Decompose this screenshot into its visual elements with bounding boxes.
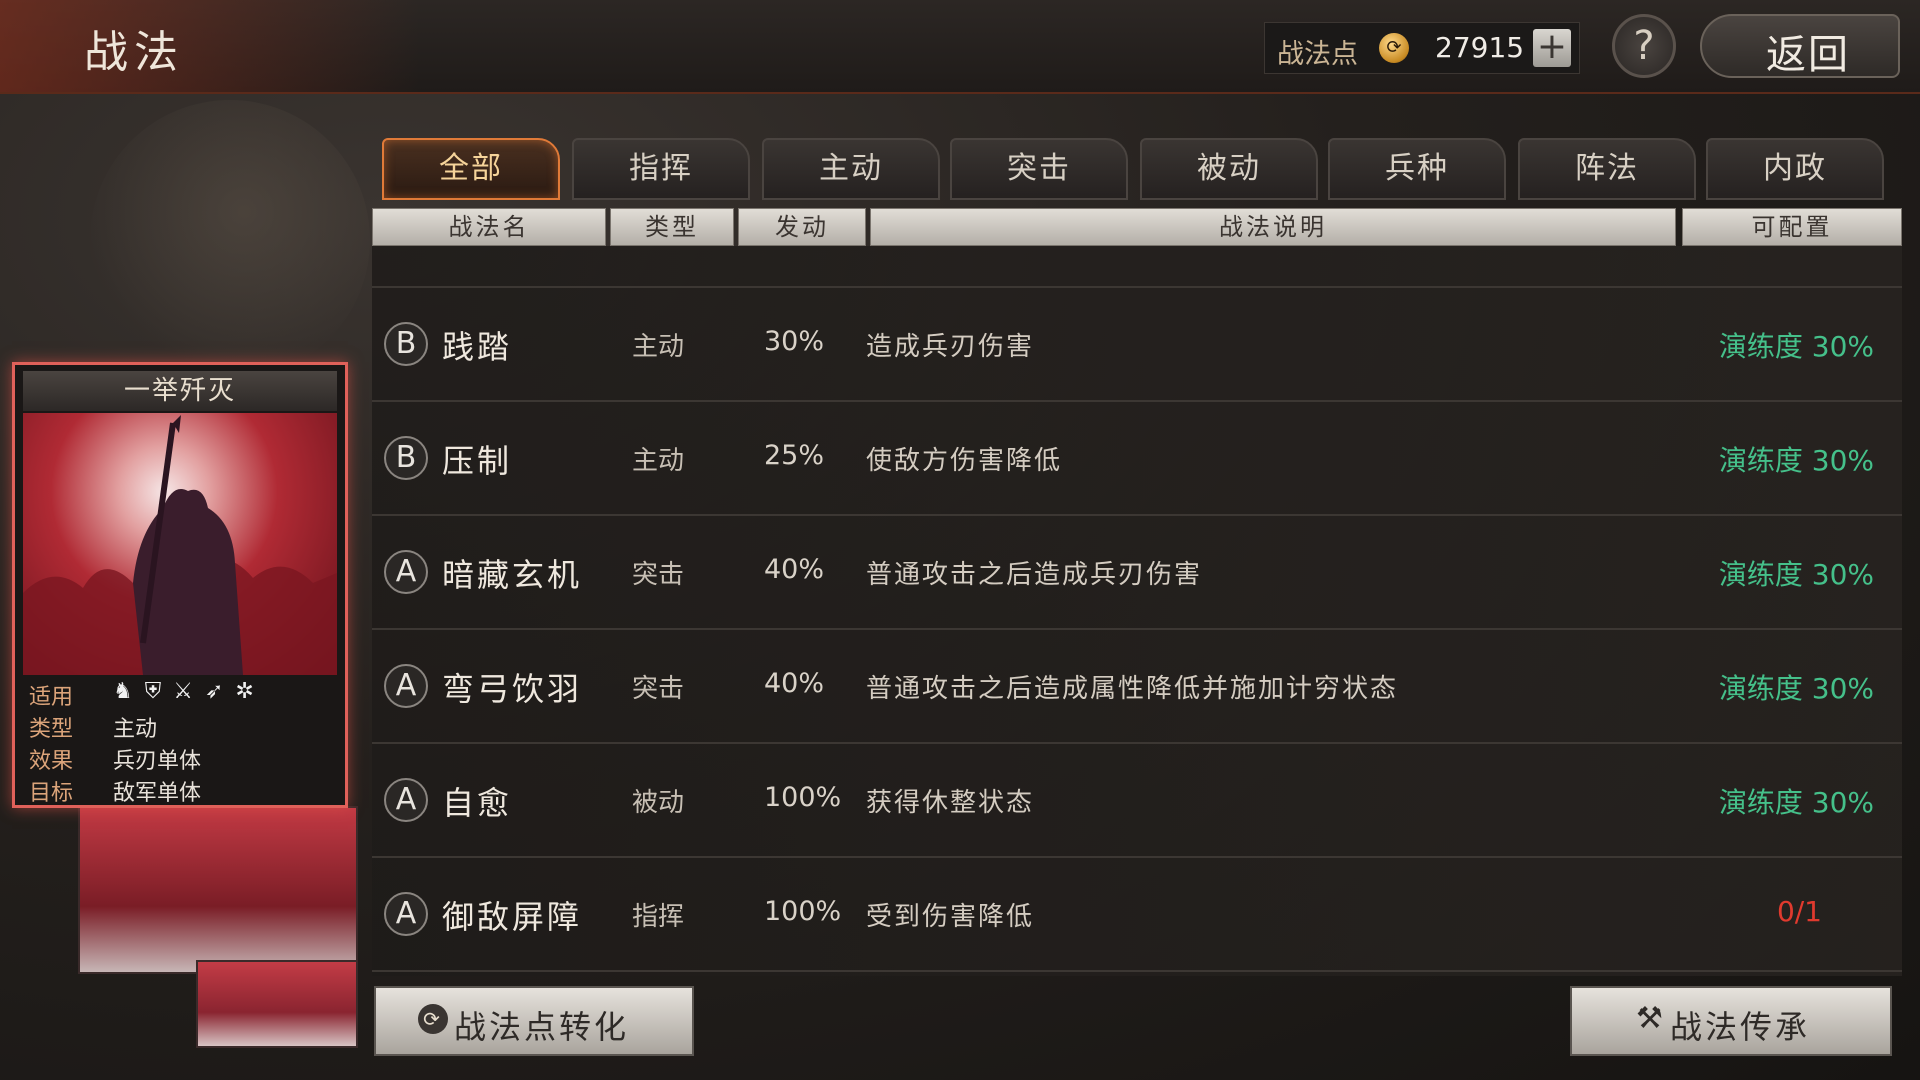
list-item[interactable]: A 御敌屏障 指挥 100% 受到伤害降低 0/1 xyxy=(372,858,1902,972)
card-title: 一举歼灭 xyxy=(23,371,337,411)
card-illustration xyxy=(23,413,337,675)
tactic-rate: 30% xyxy=(764,326,825,357)
tactic-rate: 100% xyxy=(764,782,842,813)
rank-badge: B xyxy=(384,322,428,366)
tactic-points-label: 战法点 xyxy=(1277,39,1358,70)
tactic-name: 压制 xyxy=(442,442,513,480)
horse-icon: ♞ xyxy=(113,679,145,704)
tab-formation[interactable]: 阵法 xyxy=(1518,138,1696,200)
tactic-type: 主动 xyxy=(632,446,685,476)
tactic-rate: 25% xyxy=(764,440,825,471)
target-label: 目标 xyxy=(29,781,74,806)
tab-internal[interactable]: 内政 xyxy=(1706,138,1884,200)
target-value: 敌军单体 xyxy=(113,781,202,806)
troop-type-icons: ♞⛨⚔➶✲ xyxy=(113,679,266,704)
stacked-card-back xyxy=(78,806,358,974)
tactic-description: 普通攻击之后造成属性降低并施加计穷状态 xyxy=(866,674,1399,704)
effect-value: 兵刃单体 xyxy=(113,749,202,774)
tab-active[interactable]: 主动 xyxy=(762,138,940,200)
apply-label: 适用 xyxy=(29,685,74,710)
tactic-type: 被动 xyxy=(632,788,685,818)
card-stats: 适用 ♞⛨⚔➶✲ 类型 主动 效果 兵刃单体 目标 敌军单体 xyxy=(23,677,337,806)
add-points-button[interactable]: + xyxy=(1533,29,1571,67)
tactic-status: 演练度 30% xyxy=(1718,558,1874,591)
type-value: 主动 xyxy=(113,717,158,742)
tab-passive[interactable]: 被动 xyxy=(1140,138,1318,200)
top-bar: 战法 战法点 ⟳ 27915 + ? 返回 xyxy=(0,0,1920,94)
tactics-list[interactable]: B 践踏 主动 30% 造成兵刃伤害 演练度 30% B 压制 主动 25% 使… xyxy=(372,246,1902,976)
tactic-name: 御敌屏障 xyxy=(442,898,583,936)
page-title: 战法 xyxy=(84,27,184,78)
type-label: 类型 xyxy=(29,717,74,742)
tactic-name: 自愈 xyxy=(442,784,513,822)
tactic-description: 使敌方伤害降低 xyxy=(866,446,1063,476)
type-row: 类型 主动 xyxy=(23,709,337,742)
rank-badge: A xyxy=(384,892,428,936)
column-configurable[interactable]: 可配置 xyxy=(1682,208,1902,246)
column-type[interactable]: 类型 xyxy=(610,208,734,246)
tactic-description: 普通攻击之后造成兵刃伤害 xyxy=(866,560,1203,590)
tactic-points-value: 27915 xyxy=(1435,31,1525,64)
tab-troop[interactable]: 兵种 xyxy=(1328,138,1506,200)
tactic-name: 践踏 xyxy=(442,328,513,366)
crossed-swords-icon: ⚔ xyxy=(173,679,205,704)
stacked-card-back xyxy=(196,960,358,1048)
tactic-type: 主动 xyxy=(632,332,685,362)
tactic-name: 弯弓饮羽 xyxy=(442,670,583,708)
warrior-silhouette xyxy=(23,415,337,675)
back-button[interactable]: 返回 xyxy=(1700,14,1900,78)
tactic-point-coin-icon: ⟳ xyxy=(1379,33,1409,63)
tactic-description: 获得休整状态 xyxy=(866,788,1035,818)
tactic-name: 暗藏玄机 xyxy=(442,556,583,594)
partial-row xyxy=(372,246,1902,288)
list-item[interactable]: B 践踏 主动 30% 造成兵刃伤害 演练度 30% xyxy=(372,288,1902,402)
tactic-description: 造成兵刃伤害 xyxy=(866,332,1035,362)
tactic-point-coin-icon: ⟳ xyxy=(418,1004,448,1034)
column-trigger[interactable]: 发动 xyxy=(738,208,866,246)
selected-tactic-card[interactable]: 一举歼灭 适用 ♞⛨⚔➶✲ 类型 主动 效果 兵刃单体 目标 敌军单体 xyxy=(12,362,348,808)
help-button[interactable]: ? xyxy=(1612,14,1676,78)
tactic-rate: 40% xyxy=(764,554,825,585)
inherit-tactic-button[interactable]: ⚒ 战法传承 xyxy=(1570,986,1892,1056)
tactic-description: 受到伤害降低 xyxy=(866,902,1035,932)
tactic-status: 演练度 30% xyxy=(1718,444,1874,477)
effect-row: 效果 兵刃单体 xyxy=(23,741,337,774)
tab-all[interactable]: 全部 xyxy=(382,138,560,200)
tactic-rate: 100% xyxy=(764,896,842,927)
bow-icon: ➶ xyxy=(204,679,236,704)
target-row: 目标 敌军单体 xyxy=(23,773,337,806)
tactic-points-display: 战法点 ⟳ 27915 + xyxy=(1264,22,1580,74)
hero-portrait-art xyxy=(90,100,370,380)
tactic-type: 突击 xyxy=(632,560,685,590)
column-description: 战法说明 xyxy=(870,208,1676,246)
list-item[interactable]: A 弯弓饮羽 突击 40% 普通攻击之后造成属性降低并施加计穷状态 演练度 30… xyxy=(372,630,1902,744)
wheel-icon: ✲ xyxy=(235,679,266,704)
tactic-status: 0/1 xyxy=(1776,895,1822,928)
tab-assault[interactable]: 突击 xyxy=(950,138,1128,200)
rank-badge: A xyxy=(384,550,428,594)
rank-badge: A xyxy=(384,778,428,822)
list-item[interactable]: B 压制 主动 25% 使敌方伤害降低 演练度 30% xyxy=(372,402,1902,516)
apply-row: 适用 ♞⛨⚔➶✲ xyxy=(23,677,337,710)
back-label: 返回 xyxy=(1766,32,1850,78)
rank-badge: B xyxy=(384,436,428,480)
list-item[interactable]: A 自愈 被动 100% 获得休整状态 演练度 30% xyxy=(372,744,1902,858)
header-glow xyxy=(0,0,420,92)
inherit-tactic-label: 战法传承 xyxy=(1670,1008,1811,1046)
convert-points-button[interactable]: ⟳ 战法点转化 xyxy=(374,986,694,1056)
tactic-status: 演练度 30% xyxy=(1718,330,1874,363)
list-item[interactable]: A 暗藏玄机 突击 40% 普通攻击之后造成兵刃伤害 演练度 30% xyxy=(372,516,1902,630)
tab-command[interactable]: 指挥 xyxy=(572,138,750,200)
tactic-type: 指挥 xyxy=(632,902,685,932)
column-name[interactable]: 战法名 xyxy=(372,208,606,246)
tactic-status: 演练度 30% xyxy=(1718,672,1874,705)
convert-points-label: 战法点转化 xyxy=(454,1008,630,1046)
rank-badge: A xyxy=(384,664,428,708)
tactic-type: 突击 xyxy=(632,674,685,704)
tactic-rate: 40% xyxy=(764,668,825,699)
effect-label: 效果 xyxy=(29,749,74,774)
tactic-status: 演练度 30% xyxy=(1718,786,1874,819)
hammer-icon: ⚒ xyxy=(1636,1001,1666,1036)
shield-icon: ⛨ xyxy=(144,679,174,704)
